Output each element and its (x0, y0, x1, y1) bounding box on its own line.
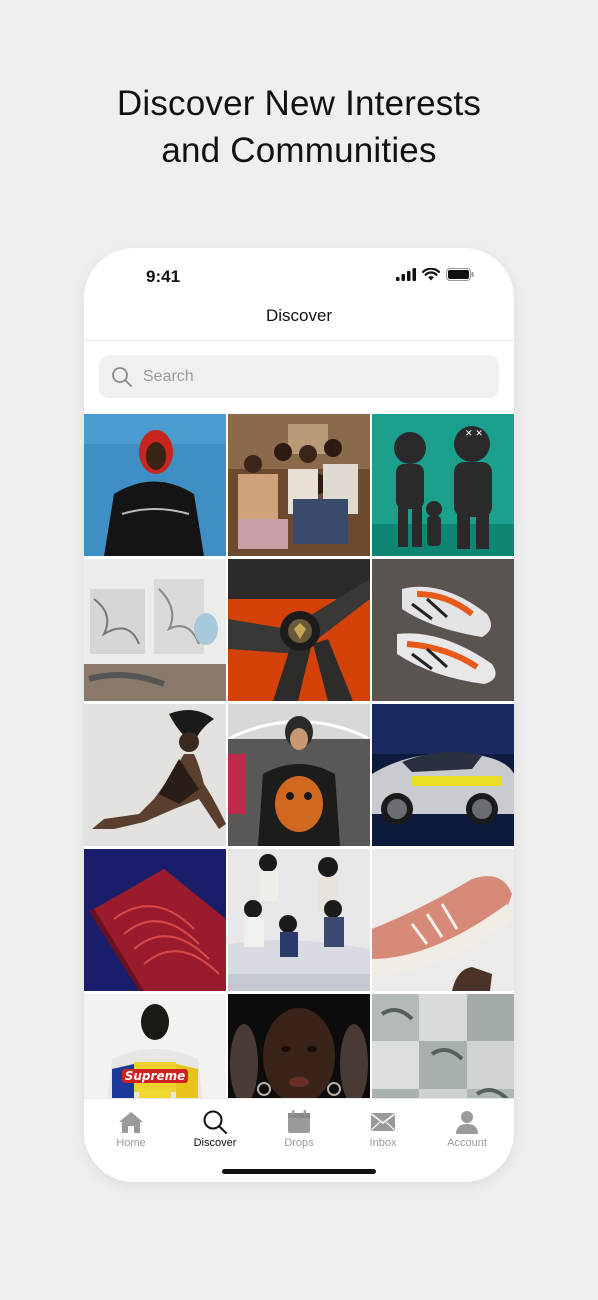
discover-grid: ✕ ✕ Supreme (84, 414, 514, 1098)
tab-drops[interactable]: Drops (256, 1109, 342, 1149)
svg-text:✕ ✕: ✕ ✕ (465, 429, 483, 439)
tile-image (228, 414, 370, 556)
tile-pink-sneaker[interactable] (372, 849, 514, 991)
tab-inbox[interactable]: Inbox (340, 1109, 426, 1149)
status-time: 9:41 (146, 267, 181, 286)
tile-image (372, 704, 514, 846)
tile-kaws-figures[interactable]: ✕ ✕ (372, 414, 514, 556)
tab-account[interactable]: Account (424, 1109, 510, 1149)
wifi-icon (422, 268, 440, 281)
headline-line-1: Discover New Interests (116, 84, 482, 123)
svg-text:Supreme: Supreme (125, 1069, 185, 1083)
tab-discover[interactable]: Discover (172, 1109, 258, 1149)
home-indicator (222, 1169, 376, 1174)
tile-subway-portrait[interactable] (228, 704, 370, 846)
phone-frame: 9:41 Discover Search ✕ ✕ Supreme Home Di… (84, 248, 514, 1182)
tile-image (228, 994, 370, 1098)
tile-hooded-man-blue[interactable] (84, 414, 226, 556)
tile-image (228, 559, 370, 701)
tab-bar: Home Discover Drops Inbox Account (84, 1098, 514, 1182)
tile-image (84, 414, 226, 556)
tile-supreme-jacket[interactable]: Supreme (84, 994, 226, 1098)
battery-icon (446, 268, 474, 281)
tile-art-gallery[interactable] (84, 559, 226, 701)
tab-account-label: Account (447, 1137, 487, 1149)
tile-red-book[interactable] (84, 849, 226, 991)
home-icon (119, 1112, 143, 1133)
tile-image (372, 849, 514, 991)
tile-fashion-pose[interactable] (84, 704, 226, 846)
calendar-icon (288, 1110, 310, 1133)
tile-group-friends[interactable] (228, 414, 370, 556)
tab-inbox-label: Inbox (369, 1137, 397, 1149)
tab-home[interactable]: Home (88, 1109, 174, 1149)
search-bar[interactable] (99, 355, 499, 398)
headline-line-2: and Communities (161, 131, 437, 170)
tile-image (228, 849, 370, 991)
tile-women-car[interactable] (228, 849, 370, 991)
person-icon (456, 1111, 478, 1134)
tile-image (84, 704, 226, 846)
tile-grey-collage[interactable] (372, 994, 514, 1098)
signal-icon (396, 268, 416, 281)
tab-drops-label: Drops (284, 1137, 314, 1149)
tile-image (372, 559, 514, 701)
nav-divider (84, 340, 514, 341)
tile-image (228, 704, 370, 846)
tile-image (372, 994, 514, 1098)
tile-sneaker-orange[interactable] (372, 559, 514, 701)
search-icon (203, 1110, 227, 1134)
tile-image (84, 559, 226, 701)
tile-image (84, 849, 226, 991)
tile-image: Supreme (84, 994, 226, 1098)
tab-discover-label: Discover (193, 1137, 237, 1149)
tile-image: ✕ ✕ (372, 414, 514, 556)
tile-portrait-woman[interactable] (228, 994, 370, 1098)
status-icons (396, 268, 474, 281)
promo-headline: Discover New Interests and Communities (0, 80, 598, 174)
status-bar: 9:41 (84, 248, 514, 308)
mail-icon (371, 1113, 395, 1131)
search-input[interactable] (141, 366, 485, 387)
search-icon (112, 366, 132, 387)
tile-lamborghini-wheel[interactable] (228, 559, 370, 701)
tile-concept-car[interactable] (372, 704, 514, 846)
tab-home-label: Home (116, 1137, 146, 1149)
page-title: Discover (265, 306, 333, 325)
